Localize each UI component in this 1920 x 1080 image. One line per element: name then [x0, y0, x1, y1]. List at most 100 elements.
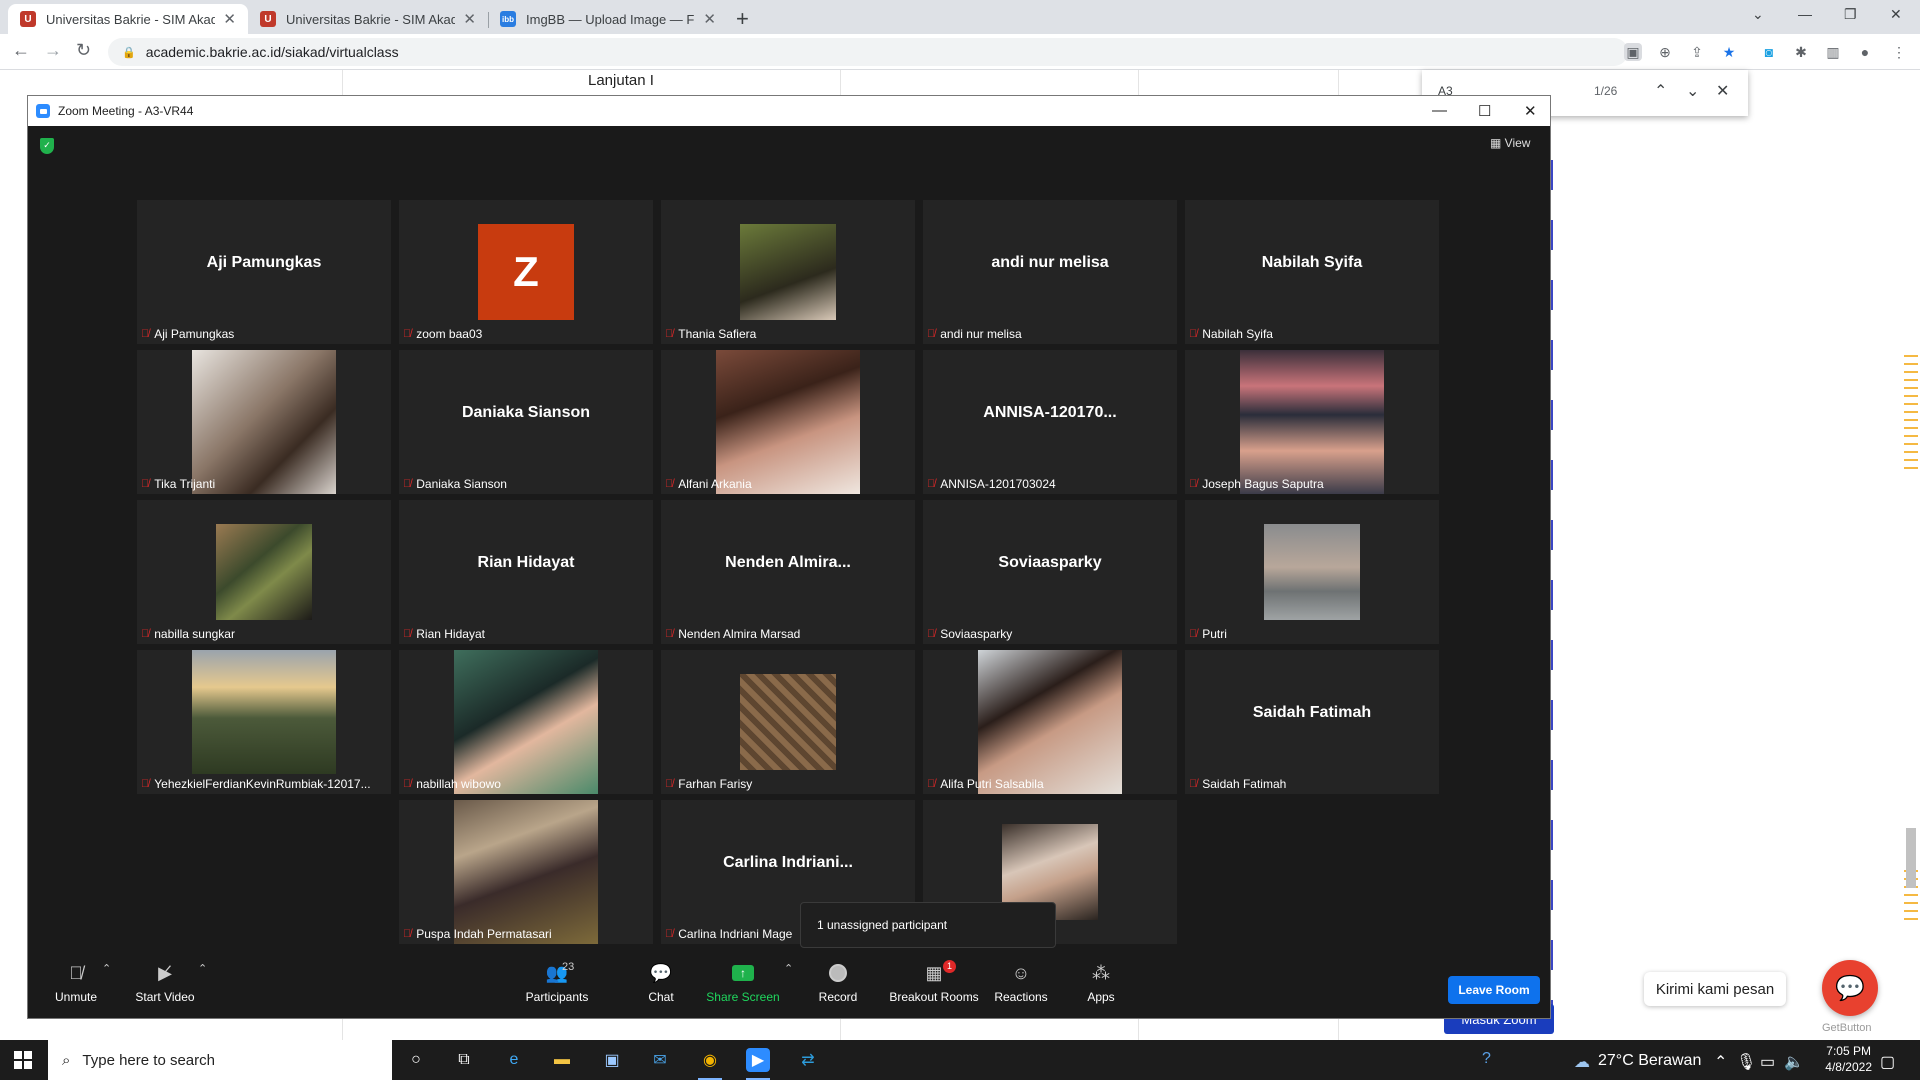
windows-start-icon[interactable] — [14, 1051, 32, 1069]
minimize-icon[interactable]: — — [1798, 6, 1812, 22]
start-video-button[interactable]: ▶̸ Start Video — [120, 962, 210, 1005]
share-icon[interactable]: ⇪ — [1688, 43, 1706, 61]
task-view-icon[interactable]: ⧉ — [452, 1048, 476, 1072]
participant-tile[interactable]: 🎙̸ nabillah wibowo — [399, 650, 653, 794]
encryption-shield-icon[interactable]: ✓ — [40, 138, 54, 154]
close-tab-icon[interactable]: ✕ — [463, 10, 476, 28]
getbutton-credit[interactable]: GetButton — [1822, 1022, 1872, 1034]
chrome-icon[interactable]: ◉ — [698, 1048, 722, 1080]
participant-label: 🎙̸ Tika Trijanti — [141, 475, 219, 492]
volume-icon[interactable]: 🔈 — [1784, 1052, 1804, 1072]
participant-tile[interactable]: 🎙̸ Alfani Arkania — [661, 350, 915, 494]
participant-tile[interactable]: ANNISA-120170... 🎙̸ ANNISA-1201703024 — [923, 350, 1177, 494]
notification-icon[interactable]: ▢ — [1880, 1052, 1895, 1072]
restore-icon[interactable]: ❐ — [1844, 6, 1857, 23]
record-button[interactable]: Record — [793, 962, 883, 1004]
breakout-rooms-button[interactable]: ▦ 1 Breakout Rooms — [889, 960, 979, 1004]
participant-tile[interactable]: 🎙̸ Thania Safiera — [661, 200, 915, 344]
participant-tile[interactable]: 🎙̸ nabilla sungkar — [137, 500, 391, 644]
muted-mic-icon: 🎙̸ — [1189, 777, 1198, 790]
participant-tile[interactable]: 🎙̸ Alifa Putri Salsabila — [923, 650, 1177, 794]
video-options-caret-icon[interactable]: ⌃ — [198, 962, 207, 975]
audio-options-caret-icon[interactable]: ⌃ — [102, 962, 111, 975]
participant-tile[interactable]: Nenden Almira... 🎙̸ Nenden Almira Marsad — [661, 500, 915, 644]
browser-tab-2[interactable]: U Universitas Bakrie - SIM Akadem ✕ — [248, 4, 488, 34]
cortana-circle-icon[interactable]: ○ — [404, 1048, 428, 1072]
chat-widget-button[interactable]: 💬 — [1822, 960, 1878, 1016]
browser-tab-1[interactable]: U Universitas Bakrie - SIM Akadem ✕ — [8, 4, 248, 34]
chat-button[interactable]: 💬 Chat — [616, 962, 706, 1005]
page-scrollbar-thumb[interactable] — [1906, 828, 1916, 888]
mail-icon[interactable]: ✉ — [648, 1048, 672, 1072]
browser-tab-3[interactable]: ibb ImgBB — Upload Image — Free ✕ — [488, 4, 728, 34]
close-window-icon[interactable]: ✕ — [1890, 6, 1902, 23]
forward-arrow-icon[interactable]: → — [44, 40, 62, 61]
back-arrow-icon[interactable]: ← — [12, 40, 30, 61]
leave-room-button[interactable]: Leave Room — [1448, 976, 1540, 1004]
record-icon — [793, 962, 883, 984]
participant-tile[interactable]: Aji Pamungkas 🎙̸ Aji Pamungkas — [137, 200, 391, 344]
participants-button[interactable]: 👥 23 Participants — [512, 961, 602, 1004]
chat-widget-message[interactable]: Kirimi kami pesan — [1644, 972, 1786, 1006]
taskbar-clock[interactable]: 7:05 PM 4/8/2022 — [1825, 1043, 1872, 1075]
muted-mic-icon: 🎙̸ — [403, 927, 412, 940]
extension-icon[interactable]: ◙ — [1760, 43, 1778, 61]
participant-tile[interactable]: 🎙̸ Tika Trijanti — [137, 350, 391, 494]
participant-tile[interactable]: Z 🎙̸ zoom baa03 — [399, 200, 653, 344]
participant-tile[interactable]: 🎙̸ Joseph Bagus Saputra — [1185, 350, 1439, 494]
file-explorer-icon[interactable]: ▬ — [550, 1048, 574, 1072]
find-next-chevron-icon[interactable]: ⌄ — [1686, 81, 1699, 101]
participant-name: Rian Hidayat — [416, 626, 485, 641]
page-translate-icon[interactable]: ▣ — [1624, 43, 1642, 61]
participant-tile[interactable]: Soviaasparky 🎙̸ Soviaasparky — [923, 500, 1177, 644]
participant-video — [978, 650, 1122, 794]
participant-tile[interactable]: andi nur melisa 🎙̸ andi nur melisa — [923, 200, 1177, 344]
teamviewer-icon[interactable]: ⇄ — [796, 1048, 820, 1072]
close-find-icon[interactable]: ✕ — [1716, 81, 1729, 101]
address-bar[interactable]: 🔒 academic.bakrie.ac.id/siakad/virtualcl… — [108, 38, 1628, 66]
network-icon[interactable]: ▭ — [1760, 1052, 1775, 1072]
tab-search-chevron-icon[interactable]: ⌄ — [1752, 6, 1764, 23]
participant-tile[interactable]: Rian Hidayat 🎙̸ Rian Hidayat — [399, 500, 653, 644]
reactions-button[interactable]: ☺ Reactions — [976, 962, 1066, 1005]
zoom-app-icon[interactable]: ▶ — [746, 1048, 770, 1080]
participant-tile[interactable]: 🎙̸ Farhan Farisy — [661, 650, 915, 794]
weather-text[interactable]: 27°C Berawan — [1598, 1052, 1701, 1070]
participant-name: nabillah wibowo — [416, 776, 501, 791]
participant-tile[interactable]: Nabilah Syifa 🎙̸ Nabilah Syifa — [1185, 200, 1439, 344]
find-match-marker — [1904, 363, 1918, 365]
view-button[interactable]: ▦ View — [1490, 136, 1530, 150]
apps-button[interactable]: ⁂ Apps — [1056, 962, 1146, 1005]
taskbar-search-box[interactable]: ⌕ Type here to search — [48, 1040, 392, 1080]
close-tab-icon[interactable]: ✕ — [703, 10, 716, 28]
bookmark-star-icon[interactable]: ★ — [1720, 43, 1738, 61]
zoom-minimize-icon[interactable]: — — [1432, 102, 1447, 119]
find-match-marker — [1904, 467, 1918, 469]
participant-label: 🎙̸ Carlina Indriani Mage — [665, 925, 796, 942]
profile-avatar-icon[interactable]: ● — [1856, 43, 1874, 61]
share-options-caret-icon[interactable]: ⌃ — [784, 962, 793, 975]
puzzle-extensions-icon[interactable]: ✱ — [1792, 43, 1810, 61]
edge-browser-icon[interactable]: e — [502, 1048, 526, 1072]
microsoft-store-icon[interactable]: ▣ — [600, 1048, 624, 1072]
participant-tile[interactable]: Daniaka Sianson 🎙̸ Daniaka Sianson — [399, 350, 653, 494]
muted-mic-icon: 🎙̸ — [665, 777, 674, 790]
kebab-menu-icon[interactable]: ⋮ — [1890, 43, 1908, 61]
share-screen-button[interactable]: ↑ Share Screen — [698, 962, 788, 1004]
zoom-close-icon[interactable]: ✕ — [1524, 102, 1537, 120]
reload-icon[interactable]: ↻ — [76, 40, 91, 61]
participant-tile[interactable]: 🎙̸ Putri — [1185, 500, 1439, 644]
close-tab-icon[interactable]: ✕ — [223, 10, 236, 28]
zoom-maximize-icon[interactable]: ☐ — [1478, 102, 1491, 120]
participant-tile[interactable]: 🎙̸ Puspa Indah Permatasari — [399, 800, 653, 944]
help-icon[interactable]: ? — [1482, 1050, 1491, 1068]
new-tab-icon[interactable]: + — [736, 6, 749, 32]
participant-tile[interactable]: 🎙̸ YehezkielFerdianKevinRumbiak-12017... — [137, 650, 391, 794]
microphone-icon[interactable]: 🎙 — [1736, 1052, 1756, 1072]
unassigned-participant-popup[interactable]: 1 unassigned participant — [800, 902, 1056, 948]
show-hidden-icons-chevron-icon[interactable]: ⌃ — [1714, 1052, 1727, 1072]
zoom-magnifier-icon[interactable]: ⊕ — [1656, 43, 1674, 61]
side-panel-icon[interactable]: ▥ — [1824, 43, 1842, 61]
find-previous-chevron-icon[interactable]: ⌃ — [1654, 81, 1667, 101]
participant-tile[interactable]: Saidah Fatimah 🎙̸ Saidah Fatimah — [1185, 650, 1439, 794]
